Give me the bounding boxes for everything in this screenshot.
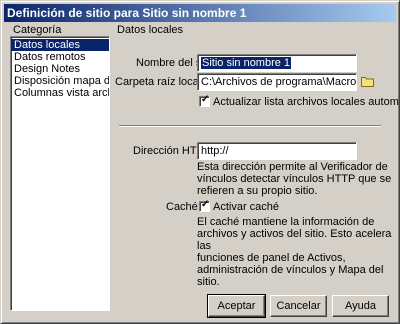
folder-icon[interactable] <box>361 76 375 87</box>
http-description-line: refieren a su propio sitio. <box>197 185 318 197</box>
category-listbox[interactable]: Datos locales Datos remotos Design Notes… <box>10 36 110 311</box>
separator <box>119 125 381 127</box>
cache-description-line: archivos y activos del sitio. Esto acele… <box>197 228 392 252</box>
root-folder-input[interactable]: C:\Archivos de programa\Macromedia\Dre <box>197 73 357 91</box>
cache-checkbox[interactable]: ✓ <box>199 199 210 212</box>
auto-refresh-checkbox[interactable]: ✓ <box>199 94 210 107</box>
category-item-datos-remotos[interactable]: Datos remotos <box>11 51 109 63</box>
cache-description: El caché mantiene la información de arch… <box>197 216 399 288</box>
checkmark-icon: ✓ <box>201 199 210 210</box>
http-input[interactable]: http:// <box>197 142 357 160</box>
cache-description-line: funciones de panel de Activos, <box>197 252 346 264</box>
http-description-line: vínculos detectar vínculos HTTP que se <box>197 173 392 185</box>
window-title[interactable]: Definición de sitio para Sitio sin nombr… <box>4 4 396 22</box>
site-name-input[interactable]: Sitio sin nombre 1 <box>197 54 357 72</box>
help-button[interactable]: Ayuda <box>332 295 389 317</box>
root-folder-label: Carpeta raíz local: <box>115 76 205 88</box>
category-item-disposicion-mapa[interactable]: Disposición mapa del sitio <box>11 75 109 87</box>
category-heading: Categoría <box>13 24 62 36</box>
http-description: Esta dirección permite al Verificador de… <box>197 161 391 197</box>
cancel-button[interactable]: Cancelar <box>270 295 327 317</box>
checkmark-icon: ✓ <box>201 94 210 105</box>
cache-checkbox-label: Activar caché <box>213 201 280 213</box>
http-description-line: Esta dirección permite al Verificador de <box>197 161 388 173</box>
panel-heading: Datos locales <box>117 24 184 36</box>
category-item-design-notes[interactable]: Design Notes <box>11 63 109 75</box>
cache-description-line: El caché mantiene la información de <box>197 216 375 228</box>
site-name-value: Sitio sin nombre 1 <box>201 57 292 69</box>
category-item-datos-locales[interactable]: Datos locales <box>11 39 109 51</box>
category-item-columnas-vista[interactable]: Columnas vista archivo <box>11 87 109 99</box>
auto-refresh-label: Actualizar lista archivos locales autom. <box>213 96 400 108</box>
cache-description-line: administración de vínculos y Mapa del si… <box>197 264 384 288</box>
dialog-window: Definición de sitio para Sitio sin nombr… <box>0 0 400 324</box>
cache-label: Caché: <box>166 201 201 213</box>
ok-button[interactable]: Aceptar <box>207 294 266 318</box>
